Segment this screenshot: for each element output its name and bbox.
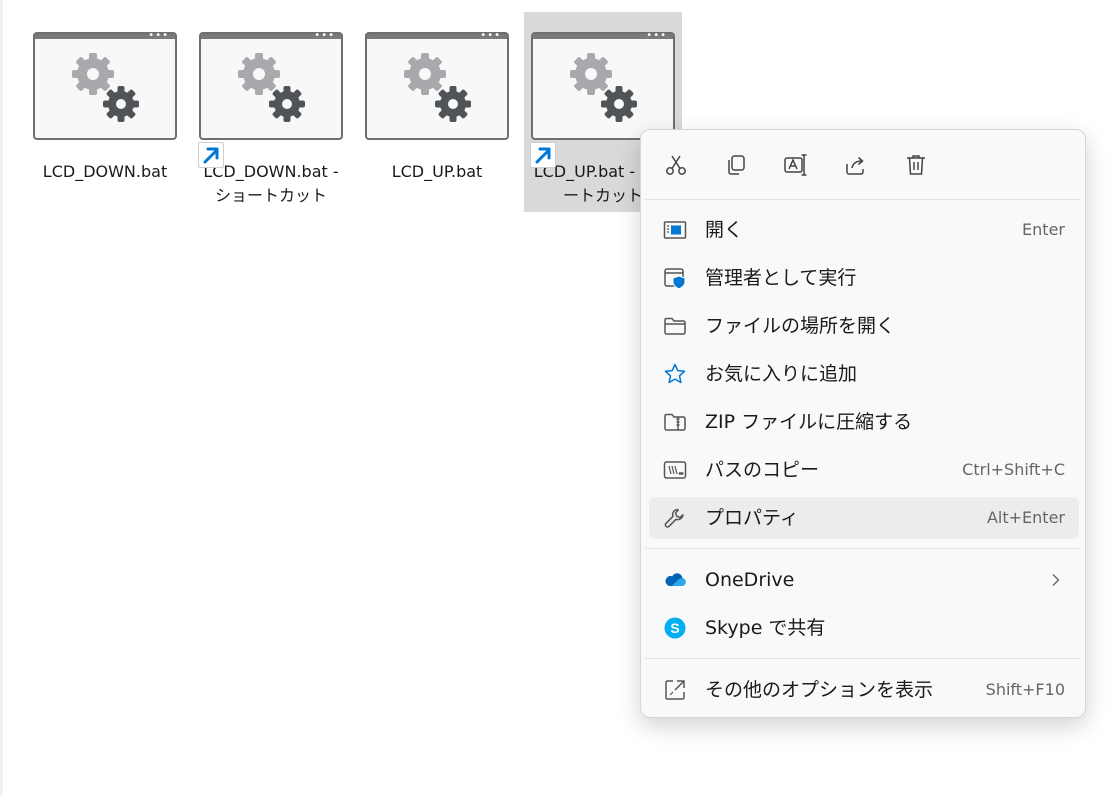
quick-action-bar [641,130,1085,200]
run-as-admin-shield-icon [664,268,686,290]
star-icon [664,363,686,384]
menu-item-label: その他のオプションを表示 [705,679,934,701]
file-view: ••• LCD_DOWN.bat ••• LCD_DOWN.bat - ショート… [0,0,1114,796]
copy-button[interactable] [721,150,751,180]
share-icon [846,156,864,175]
file-item-lcd-up[interactable]: ••• LCD_UP.bat [358,12,516,212]
menu-item-label: 管理者として実行 [705,267,857,289]
divider [645,199,1081,200]
copy-path-icon [663,461,687,479]
wrench-icon [664,508,684,528]
menu-item-shortcut: Ctrl+Shift+C [962,460,1065,479]
file-thumbnail: ••• [531,31,675,140]
gears-icon [570,53,637,122]
menu-item-onedrive[interactable]: OneDrive [649,559,1079,601]
file-item-lcd-down-shortcut[interactable]: ••• LCD_DOWN.bat - ショートカット [192,12,350,212]
file-name: LCD_UP.bat [391,162,483,181]
menu-item-show-more-options[interactable]: その他のオプションを表示 Shift+F10 [649,669,1079,711]
rename-button[interactable] [781,150,811,180]
file-thumbnail: ••• [365,31,509,140]
divider [645,658,1081,659]
delete-icon [907,155,925,175]
folder-icon [664,317,686,335]
menu-item-label: パスのコピー [705,459,820,481]
file-item-lcd-down[interactable]: ••• LCD_DOWN.bat [26,12,184,212]
menu-item-label: OneDrive [705,569,795,591]
shortcut-arrow-icon [530,142,556,168]
menu-item-open-file-location[interactable]: ファイルの場所を開く [649,305,1079,347]
menu-item-shortcut: Alt+Enter [986,508,1065,527]
more-options-icon [665,680,685,700]
menu-item-shortcut: Enter [1022,220,1065,239]
copy-icon [728,155,745,175]
window-edge [0,0,3,796]
cut-button[interactable] [661,150,691,180]
delete-button[interactable] [901,150,931,180]
menu-item-properties[interactable]: プロパティ Alt+Enter [649,497,1079,539]
file-name: LCD_DOWN.bat [42,162,168,181]
menu-item-shortcut: Shift+F10 [985,680,1065,699]
menu-item-label: ファイルの場所を開く [705,315,896,337]
chevron-right-icon [1052,574,1060,586]
menu-item-copy-path[interactable]: パスのコピー Ctrl+Shift+C [649,449,1079,491]
share-button[interactable] [841,150,871,180]
gears-icon [404,53,471,122]
rename-icon [784,154,807,176]
menu-item-label: Skype で共有 [705,617,826,639]
gears-icon [238,53,305,122]
context-menu: 開く Enter 管理者として実行 ファイルの場所を開く お気に入りに追加 ZI… [640,129,1086,718]
menu-item-share-skype[interactable]: S Skype で共有 [649,607,1079,649]
zip-folder-icon [664,413,686,431]
gears-icon [72,53,139,122]
divider [645,548,1081,549]
file-thumbnail: ••• [33,31,177,140]
open-window-icon [663,221,687,239]
cut-icon [666,155,686,175]
shortcut-arrow-icon [198,142,224,168]
onedrive-cloud-icon [665,573,686,586]
menu-item-label: お気に入りに追加 [705,363,858,385]
skype-icon: S [664,617,686,639]
menu-item-run-as-admin[interactable]: 管理者として実行 [649,257,1079,299]
menu-item-compress-zip[interactable]: ZIP ファイルに圧縮する [649,401,1079,443]
menu-item-label: プロパティ [705,507,799,529]
menu-item-label: 開く [705,219,744,241]
file-thumbnail: ••• [199,31,343,140]
svg-text:S: S [670,620,679,636]
menu-item-label: ZIP ファイルに圧縮する [705,411,913,433]
menu-item-add-to-favorites[interactable]: お気に入りに追加 [649,353,1079,395]
menu-item-open[interactable]: 開く Enter [649,209,1079,251]
